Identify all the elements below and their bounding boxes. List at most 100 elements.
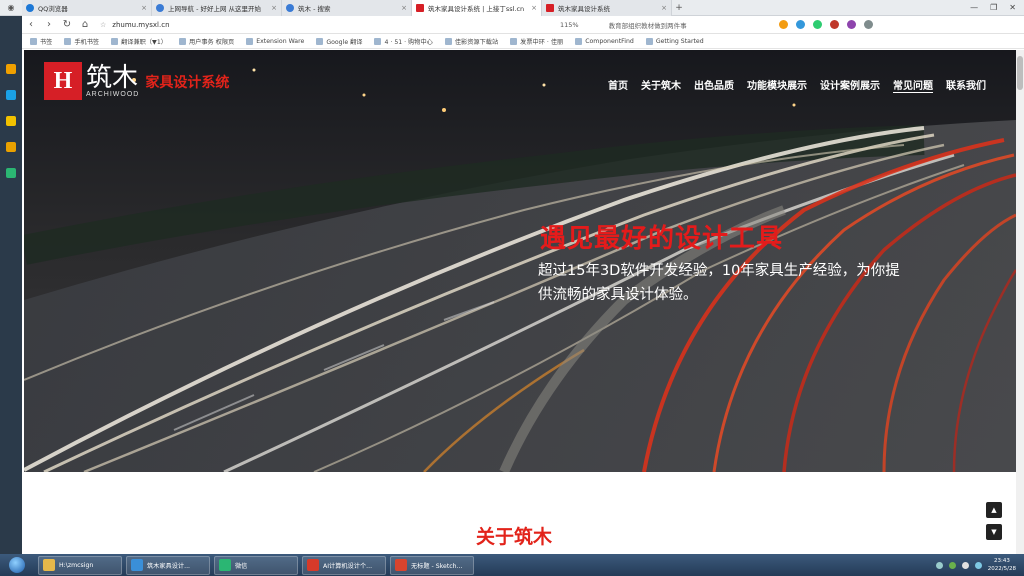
bookmark-item[interactable]: ComponentFind: [575, 37, 634, 45]
taskbar-app-icon: [219, 559, 231, 571]
extension-icon[interactable]: [778, 20, 788, 29]
minimize-icon[interactable]: —: [970, 3, 978, 12]
bookmark-item[interactable]: 佳影资源下载站: [444, 37, 498, 46]
browser-sidebar: [0, 16, 22, 554]
tab-title: QQ浏览器: [38, 4, 68, 13]
nav-item[interactable]: 联系我们: [946, 77, 986, 93]
browser-tab[interactable]: QQ浏览器 ×: [22, 0, 152, 16]
sidebar-wechat-icon[interactable]: [6, 168, 16, 178]
bookmark-item[interactable]: 书签: [30, 37, 52, 46]
forward-icon[interactable]: ›: [40, 19, 58, 30]
close-window-icon[interactable]: ✕: [1009, 3, 1016, 12]
bookmark-item[interactable]: Getting Started: [645, 37, 704, 45]
bookmark-item[interactable]: 发票中环 · 佳丽: [510, 37, 563, 46]
nav-item[interactable]: 出色品质: [694, 77, 734, 93]
extension-icon[interactable]: [846, 20, 856, 29]
bookmark-item[interactable]: 用户事务 权限页: [178, 37, 234, 46]
extension-icon[interactable]: [863, 20, 873, 29]
tab-favicon-icon: [156, 3, 164, 12]
taskbar-item[interactable]: H:\zmcsign: [38, 555, 122, 575]
address-bar: ‹ › ↻ ⌂ ☆ zhumu.mysxl.cn 115% 教育部组织教材做到两…: [22, 16, 1024, 34]
url-field[interactable]: ☆ zhumu.mysxl.cn: [100, 21, 520, 29]
taskbar-item-label: 微信: [235, 562, 248, 570]
bookmark-star-icon[interactable]: ☆: [100, 21, 106, 29]
taskbar-item[interactable]: 无标题 - Sketch...: [390, 555, 474, 575]
close-tab-icon[interactable]: ×: [401, 4, 407, 12]
bookmark-item[interactable]: 手机书签: [64, 37, 99, 46]
browser-tab[interactable]: 筑木家具设计系统 | 上接丁ssl.cn ×: [412, 0, 542, 16]
scroll-up-button[interactable]: ▲: [986, 502, 1002, 518]
nav-item[interactable]: 首页: [608, 77, 628, 93]
taskbar-item-label: H:\zmcsign: [59, 561, 94, 569]
bookmark-item[interactable]: Google 翻译: [316, 37, 362, 46]
bookmark-icon: [111, 37, 119, 45]
tray-icon[interactable]: [935, 561, 943, 569]
browser-tab[interactable]: 上网导航 - 好好上网 从这里开始 ×: [152, 0, 282, 16]
back-icon[interactable]: ‹: [22, 19, 40, 30]
close-tab-icon[interactable]: ×: [141, 4, 147, 12]
sidebar-app-icon[interactable]: [6, 116, 16, 126]
page-scrollbar[interactable]: [1016, 50, 1024, 554]
bookmark-label: 发票中环 · 佳丽: [520, 38, 564, 46]
logo-english-name: ARCHIWOOD: [86, 90, 140, 98]
sidebar-app-icon[interactable]: [6, 90, 16, 100]
bookmark-label: Google 翻译: [326, 38, 363, 46]
tray-icon[interactable]: [948, 561, 956, 569]
taskbar-item-label: 筑木家具设计...: [147, 562, 191, 570]
site-logo[interactable]: H 筑木 ARCHIWOOD 家具设计系统: [44, 62, 229, 100]
maximize-icon[interactable]: ❐: [990, 3, 997, 12]
bookmark-label: 手机书签: [74, 38, 100, 46]
bookmark-icon: [246, 37, 254, 45]
bookmark-item[interactable]: 4 · 51 · 购物中心: [374, 37, 433, 46]
bookmark-icon: [575, 37, 583, 45]
logo-system-name: 家具设计系统: [145, 75, 230, 91]
network-icon[interactable]: [974, 561, 982, 569]
bookmark-item[interactable]: 翻译兼职（▼1）: [111, 37, 167, 46]
taskbar-item[interactable]: 筑木家具设计...: [126, 555, 210, 575]
bookmark-label: 翻译兼职（▼1）: [121, 38, 167, 46]
taskbar-app-icon: [131, 559, 143, 571]
volume-icon[interactable]: [961, 561, 969, 569]
taskbar-item[interactable]: 微信: [214, 555, 298, 575]
web-page: H 筑木 ARCHIWOOD 家具设计系统 首页 关于筑木 出色品质 功能模块展示 设计…: [24, 50, 1016, 554]
logo-text: 筑木 ARCHIWOOD: [86, 65, 139, 98]
extension-icon[interactable]: [829, 20, 839, 29]
close-tab-icon[interactable]: ×: [271, 4, 277, 12]
tab-title: 筑木 - 搜索: [298, 4, 331, 13]
sidebar-app-icon[interactable]: [6, 142, 16, 152]
bookmark-item[interactable]: Extension Ware: [246, 37, 304, 45]
clock[interactable]: 23:43 2022/5/28: [988, 557, 1016, 573]
extension-icon[interactable]: [795, 20, 805, 29]
browser-tab[interactable]: 筑木 - 搜索 ×: [282, 0, 412, 16]
clock-date: 2022/5/28: [987, 566, 1016, 572]
taskbar-app-icon: [43, 559, 55, 571]
scroll-down-button[interactable]: ▼: [986, 524, 1002, 540]
nav-item[interactable]: 常见问题: [893, 77, 933, 93]
hero-title: 遇见最好的设计工具: [540, 224, 784, 254]
close-tab-icon[interactable]: ×: [531, 4, 537, 12]
nav-item[interactable]: 关于筑木: [641, 77, 681, 93]
bookmark-label: Getting Started: [655, 37, 704, 45]
tab-favicon-icon: [286, 3, 294, 12]
reload-icon[interactable]: ↻: [58, 19, 76, 30]
scrollbar-thumb[interactable]: [1017, 56, 1023, 90]
new-tab-button[interactable]: +: [672, 3, 686, 13]
search-hint[interactable]: 教育部组织教材做到两件事: [609, 20, 769, 30]
zoom-level[interactable]: 115%: [560, 21, 579, 29]
extension-icon[interactable]: [812, 20, 822, 29]
home-icon[interactable]: ⌂: [76, 19, 94, 30]
tab-favicon-icon: [546, 3, 554, 12]
nav-item[interactable]: 功能模块展示: [747, 77, 807, 93]
sidebar-app-icon[interactable]: [6, 64, 16, 74]
tab-favicon-icon: [416, 3, 424, 12]
nav-item[interactable]: 设计案例展示: [820, 77, 880, 93]
start-button[interactable]: [0, 554, 34, 576]
browser-menu-icon[interactable]: ◉: [0, 0, 22, 16]
hero-banner: H 筑木 ARCHIWOOD 家具设计系统 首页 关于筑木 出色品质 功能模块展示 设计…: [24, 50, 1016, 472]
bookmark-label: 4 · 51 · 购物中心: [384, 38, 433, 46]
browser-tab[interactable]: 筑木家具设计系统 ×: [542, 0, 672, 16]
taskbar-item[interactable]: AI计算机设计个...: [302, 555, 386, 575]
browser-tab-strip: ◉ QQ浏览器 × 上网导航 - 好好上网 从这里开始 × 筑木 - 搜索 × 筑木家具设计…: [0, 0, 1024, 16]
close-tab-icon[interactable]: ×: [661, 4, 667, 12]
taskbar-app-icon: [395, 559, 407, 571]
